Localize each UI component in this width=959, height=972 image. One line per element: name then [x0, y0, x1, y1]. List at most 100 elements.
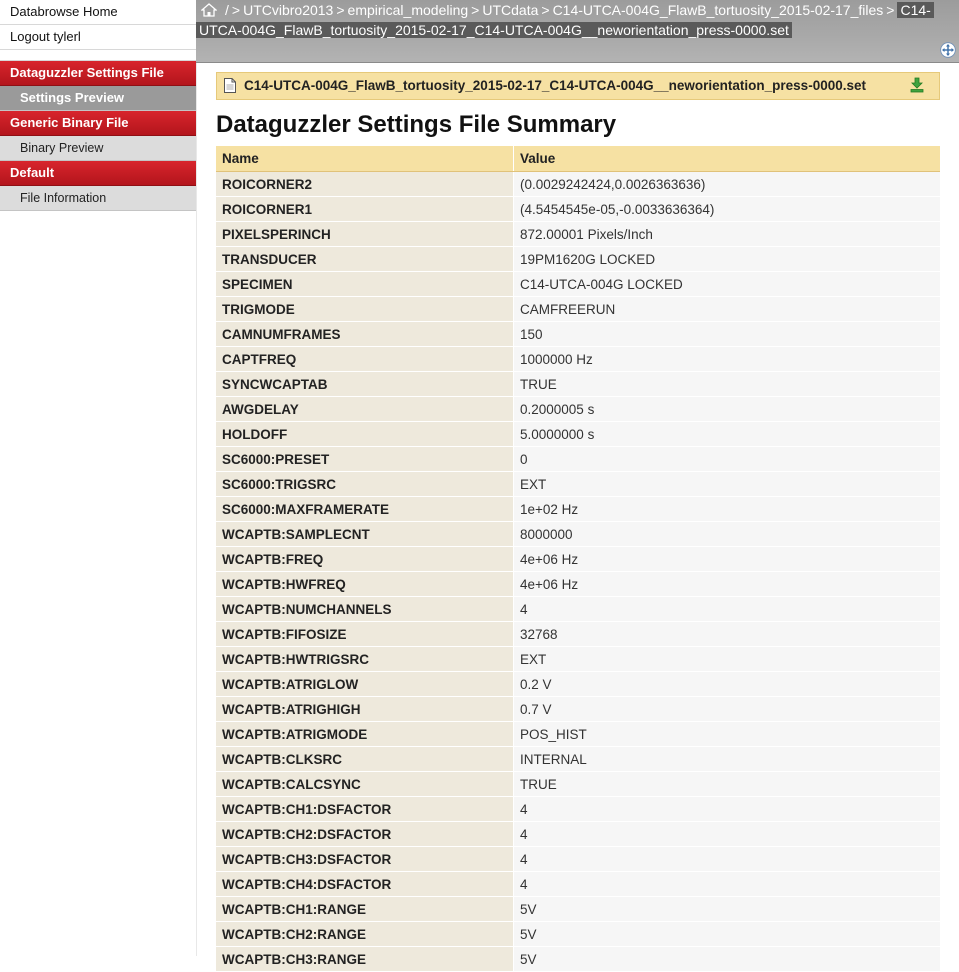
- setting-name: WCAPTB:CLKSRC: [216, 746, 514, 772]
- settings-table: Name Value ROICORNER2 (0.0029242424,0.002…: [216, 146, 940, 972]
- setting-value: EXT: [513, 646, 940, 672]
- setting-name: WCAPTB:CH2:DSFACTOR: [216, 821, 514, 847]
- table-row: WCAPTB:ATRIGLOW 0.2 V: [216, 671, 940, 697]
- breadcrumb-item-empirical-modeling[interactable]: empirical_modeling: [348, 2, 469, 18]
- breadcrumb: / > UTCvibro2013 > empirical_modeling > UTCdat…: [196, 2, 959, 22]
- setting-value: TRUE: [513, 371, 940, 397]
- setting-name: AWGDELAY: [216, 396, 514, 422]
- table-row: SC6000:PRESET 0: [216, 446, 940, 472]
- sidebar-spacer: [0, 50, 196, 61]
- breadcrumb-separator: >: [886, 2, 895, 18]
- setting-value: EXT: [513, 471, 940, 497]
- setting-value: 1e+02 Hz: [513, 496, 940, 522]
- table-header-row: Name Value: [216, 146, 940, 172]
- setting-name: WCAPTB:NUMCHANNELS: [216, 596, 514, 622]
- expand-arrows-icon[interactable]: [940, 42, 956, 58]
- setting-name: WCAPTB:HWFREQ: [216, 571, 514, 597]
- table-row: WCAPTB:CH4:DSFACTOR 4: [216, 871, 940, 897]
- databrowse-home-link[interactable]: Databrowse Home: [0, 0, 196, 25]
- setting-value: 4: [513, 796, 940, 822]
- setting-name: WCAPTB:CH3:DSFACTOR: [216, 846, 514, 872]
- breadcrumb-current-part2: UTCA-004G_FlawB_tortuosity_2015-02-17_C1…: [196, 22, 792, 38]
- table-row: WCAPTB:CH3:DSFACTOR 4: [216, 846, 940, 872]
- breadcrumb-separator: >: [471, 2, 480, 18]
- breadcrumb-item-utcdata[interactable]: UTCdata: [482, 2, 538, 18]
- setting-name: HOLDOFF: [216, 421, 514, 447]
- setting-value: 0.7 V: [513, 696, 940, 722]
- sidebar-section-generic-binary-file[interactable]: Generic Binary File: [0, 111, 196, 136]
- setting-name: WCAPTB:ATRIGMODE: [216, 721, 514, 747]
- setting-name: WCAPTB:CH4:DSFACTOR: [216, 871, 514, 897]
- breadcrumb-separator: >: [541, 2, 550, 18]
- file-icon: [224, 78, 236, 93]
- breadcrumb-separator: >: [231, 2, 241, 18]
- table-row: SC6000:TRIGSRC EXT: [216, 471, 940, 497]
- table-row: SPECIMEN C14-UTCA-004G LOCKED: [216, 271, 940, 297]
- setting-name: SYNCWCAPTAB: [216, 371, 514, 397]
- table-row: CAPTFREQ 1000000 Hz: [216, 346, 940, 372]
- table-row: WCAPTB:CH1:DSFACTOR 4: [216, 796, 940, 822]
- setting-value: 4: [513, 871, 940, 897]
- home-icon[interactable]: [201, 3, 217, 17]
- setting-value: C14-UTCA-004G LOCKED: [513, 271, 940, 297]
- breadcrumb-item-files-folder[interactable]: C14-UTCA-004G_FlawB_tortuosity_2015-02-1…: [553, 2, 884, 18]
- table-row: WCAPTB:CALCSYNC TRUE: [216, 771, 940, 797]
- setting-value: 8000000: [513, 521, 940, 547]
- table-row: WCAPTB:FIFOSIZE 32768: [216, 621, 940, 647]
- setting-name: WCAPTB:CH1:RANGE: [216, 896, 514, 922]
- table-row: WCAPTB:SAMPLECNT 8000000: [216, 521, 940, 547]
- setting-name: WCAPTB:FIFOSIZE: [216, 621, 514, 647]
- table-row: WCAPTB:ATRIGMODE POS_HIST: [216, 721, 940, 747]
- setting-value: 1000000 Hz: [513, 346, 940, 372]
- setting-name: ROICORNER1: [216, 196, 514, 222]
- setting-name: CAMNUMFRAMES: [216, 321, 514, 347]
- setting-value: POS_HIST: [513, 721, 940, 747]
- breadcrumb-current-part1: C14-: [897, 2, 934, 18]
- table-row: WCAPTB:CH2:DSFACTOR 4: [216, 821, 940, 847]
- setting-name: SPECIMEN: [216, 271, 514, 297]
- sidebar-item-file-information[interactable]: File Information: [0, 186, 196, 211]
- setting-name: WCAPTB:CH2:RANGE: [216, 921, 514, 947]
- logout-link[interactable]: Logout tylerl: [0, 25, 196, 50]
- setting-name: SC6000:PRESET: [216, 446, 514, 472]
- setting-value: 4: [513, 846, 940, 872]
- sidebar-section-dataguzzler-settings-file[interactable]: Dataguzzler Settings File: [0, 61, 196, 86]
- setting-name: WCAPTB:HWTRIGSRC: [216, 646, 514, 672]
- setting-name: WCAPTB:CALCSYNC: [216, 771, 514, 797]
- setting-value: 0: [513, 446, 940, 472]
- file-name-bar: C14-UTCA-004G_FlawB_tortuosity_2015-02-1…: [216, 72, 940, 100]
- setting-name: TRANSDUCER: [216, 246, 514, 272]
- setting-value: 5V: [513, 946, 940, 972]
- sidebar-item-binary-preview[interactable]: Binary Preview: [0, 136, 196, 161]
- table-row: PIXELSPERINCH 872.00001 Pixels/Inch: [216, 221, 940, 247]
- setting-value: 4: [513, 821, 940, 847]
- breadcrumb-item-utcvibro2013[interactable]: UTCvibro2013: [243, 2, 333, 18]
- setting-value: 0.2 V: [513, 671, 940, 697]
- table-row: WCAPTB:CLKSRC INTERNAL: [216, 746, 940, 772]
- setting-value: 150: [513, 321, 940, 347]
- setting-value: 5.0000000 s: [513, 421, 940, 447]
- file-name: C14-UTCA-004G_FlawB_tortuosity_2015-02-1…: [244, 78, 866, 93]
- table-row: ROICORNER2 (0.0029242424,0.0026363636): [216, 171, 940, 197]
- table-row: SC6000:MAXFRAMERATE 1e+02 Hz: [216, 496, 940, 522]
- setting-name: WCAPTB:CH3:RANGE: [216, 946, 514, 972]
- setting-value: 5V: [513, 921, 940, 947]
- table-row: WCAPTB:HWFREQ 4e+06 Hz: [216, 571, 940, 597]
- table-row: TRIGMODE CAMFREERUN: [216, 296, 940, 322]
- setting-name: ROICORNER2: [216, 171, 514, 197]
- setting-value: 32768: [513, 621, 940, 647]
- table-row: WCAPTB:FREQ 4e+06 Hz: [216, 546, 940, 572]
- setting-name: SC6000:MAXFRAMERATE: [216, 496, 514, 522]
- settings-table-body: ROICORNER2 (0.0029242424,0.0026363636) ROI…: [216, 171, 940, 972]
- download-icon[interactable]: [910, 77, 924, 93]
- setting-name: WCAPTB:CH1:DSFACTOR: [216, 796, 514, 822]
- setting-name: PIXELSPERINCH: [216, 221, 514, 247]
- table-row: WCAPTB:NUMCHANNELS 4: [216, 596, 940, 622]
- setting-name: WCAPTB:ATRIGLOW: [216, 671, 514, 697]
- breadcrumb-separator: >: [336, 2, 345, 18]
- sidebar-item-settings-preview[interactable]: Settings Preview: [0, 86, 196, 111]
- breadcrumb-root[interactable]: /: [225, 2, 229, 18]
- sidebar-section-default[interactable]: Default: [0, 161, 196, 186]
- setting-value: 4e+06 Hz: [513, 546, 940, 572]
- breadcrumb-bar: / > UTCvibro2013 > empirical_modeling > UTCdat…: [196, 0, 959, 63]
